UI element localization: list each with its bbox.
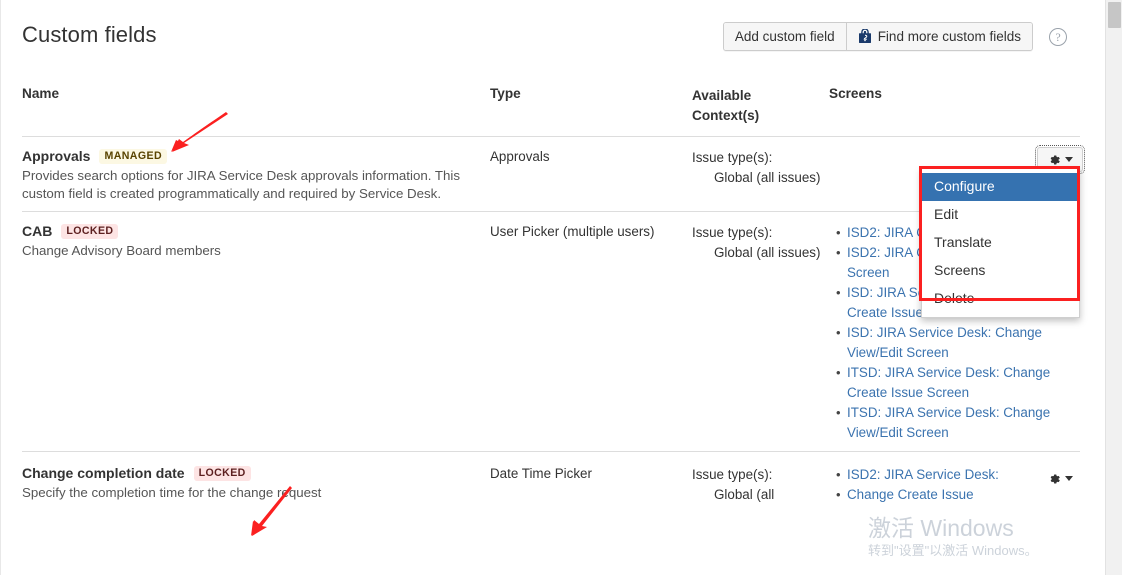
chevron-down-icon (1065, 157, 1073, 162)
context-block: Issue type(s): Global (all issues) (692, 148, 823, 188)
add-custom-field-button[interactable]: Add custom field (723, 23, 846, 50)
header-actions: Add custom field Find more custom fields… (722, 22, 1067, 51)
context-block: Issue type(s): Global (all (692, 465, 823, 505)
field-description: Provides search options for JIRA Service… (22, 168, 461, 201)
find-more-custom-fields-label: Find more custom fields (877, 29, 1021, 44)
status-badge: LOCKED (61, 223, 119, 239)
row-screens-cell: ISD2: JIRA Service Desk: Change Create I… (829, 465, 1059, 505)
list-item: Change Create Issue (836, 485, 1059, 505)
watermark-line-1: 激活 Windows (868, 515, 1014, 541)
context-value: Global (all issues) (714, 170, 821, 185)
field-title-line: Change completion date LOCKED (22, 465, 484, 481)
list-item: ITSD: JIRA Service Desk: Change View/Edi… (836, 403, 1059, 443)
table-row: Change completion date LOCKED Specify th… (22, 451, 1080, 513)
menu-item-screens[interactable]: Screens (922, 257, 1079, 285)
row-type-cell: Date Time Picker (490, 465, 692, 505)
windows-activation-watermark: 激活 Windows 转到"设置"以激活 Windows。 (868, 516, 1038, 559)
column-header-type: Type (490, 86, 521, 101)
gear-icon (1050, 154, 1060, 165)
add-custom-field-label: Add custom field (734, 29, 835, 44)
menu-item-translate[interactable]: Translate (922, 229, 1079, 257)
field-description: Specify the completion time for the chan… (22, 485, 322, 500)
row-type-cell: Approvals (490, 148, 692, 203)
field-description: Change Advisory Board members (22, 243, 221, 258)
screen-link[interactable]: ISD: JIRA Service Desk: Change View/Edit… (847, 325, 1042, 360)
field-type: User Picker (multiple users) (490, 224, 655, 239)
menu-item-delete[interactable]: Delete (922, 285, 1079, 313)
menu-item-configure[interactable]: Configure (922, 173, 1079, 201)
field-name: CAB (22, 223, 53, 239)
screen-link[interactable]: Change Create Issue (847, 487, 974, 502)
screen-link[interactable]: ISD2: JIRA Service Desk: (847, 467, 999, 482)
watermark-line-2: 转到"设置"以激活 Windows。 (868, 543, 1038, 558)
row-actions-cog-button[interactable] (1037, 466, 1083, 491)
context-label: Issue type(s): (692, 225, 773, 240)
custom-fields-page: Custom fields Add custom field Find more… (0, 0, 1122, 575)
field-title-line: CAB LOCKED (22, 223, 484, 239)
context-block: Issue type(s): Global (all issues) (692, 223, 823, 263)
status-badge: LOCKED (193, 465, 251, 481)
screen-link[interactable]: ITSD: JIRA Service Desk: Change Create I… (847, 365, 1050, 400)
context-label: Issue type(s): (692, 150, 773, 165)
header-button-group: Add custom field Find more custom fields (722, 22, 1033, 51)
vertical-scrollbar[interactable] (1105, 0, 1122, 575)
column-header-available-contexts-line1: Available (692, 88, 752, 103)
menu-item-edit[interactable]: Edit (922, 201, 1079, 229)
column-header-screens: Screens (829, 86, 882, 101)
list-item: ISD: JIRA Service Desk: Change View/Edit… (836, 323, 1059, 363)
page-title: Custom fields (22, 22, 157, 47)
row-name-cell: Approvals MANAGED Provides search option… (22, 148, 490, 203)
column-header-available-contexts-line2: Context(s) (692, 108, 760, 123)
field-type: Approvals (490, 149, 550, 164)
table-header-row: Name Type Available Context(s) Screens (22, 86, 1080, 136)
row-actions-dropdown-menu: Configure Edit Translate Screens Delete (921, 168, 1080, 318)
field-title-line: Approvals MANAGED (22, 148, 484, 164)
page-left-border (0, 0, 1, 575)
help-icon[interactable]: ? (1049, 27, 1067, 46)
context-value: Global (all issues) (714, 245, 821, 260)
chevron-down-icon (1065, 476, 1073, 481)
screens-list: ISD2: JIRA Service Desk: Change Create I… (829, 465, 1059, 505)
marketplace-bag-icon (858, 29, 872, 44)
context-label: Issue type(s): (692, 467, 773, 482)
field-type: Date Time Picker (490, 466, 592, 481)
screen-link[interactable]: ITSD: JIRA Service Desk: Change View/Edi… (847, 405, 1050, 440)
row-type-cell: User Picker (multiple users) (490, 223, 692, 443)
row-context-cell: Issue type(s): Global (all issues) (692, 148, 829, 203)
column-header-available-contexts: Available Context(s) (692, 86, 829, 126)
row-name-cell: CAB LOCKED Change Advisory Board members (22, 223, 490, 443)
field-name: Approvals (22, 148, 91, 164)
page-header: Custom fields Add custom field Find more… (0, 0, 1095, 66)
list-item: ISD2: JIRA Service Desk: (836, 465, 1059, 485)
column-header-name: Name (22, 86, 60, 101)
row-context-cell: Issue type(s): Global (all (692, 465, 829, 505)
table-header: Name Type Available Context(s) Screens (22, 86, 1080, 136)
row-name-cell: Change completion date LOCKED Specify th… (22, 465, 490, 505)
find-more-custom-fields-button[interactable]: Find more custom fields (845, 23, 1032, 50)
context-value: Global (all (714, 487, 775, 502)
row-context-cell: Issue type(s): Global (all issues) (692, 223, 829, 443)
list-item: ITSD: JIRA Service Desk: Change Create I… (836, 363, 1059, 403)
status-badge: MANAGED (99, 148, 168, 164)
field-name: Change completion date (22, 465, 185, 481)
gear-icon (1050, 473, 1060, 484)
scrollbar-thumb[interactable] (1108, 2, 1121, 28)
